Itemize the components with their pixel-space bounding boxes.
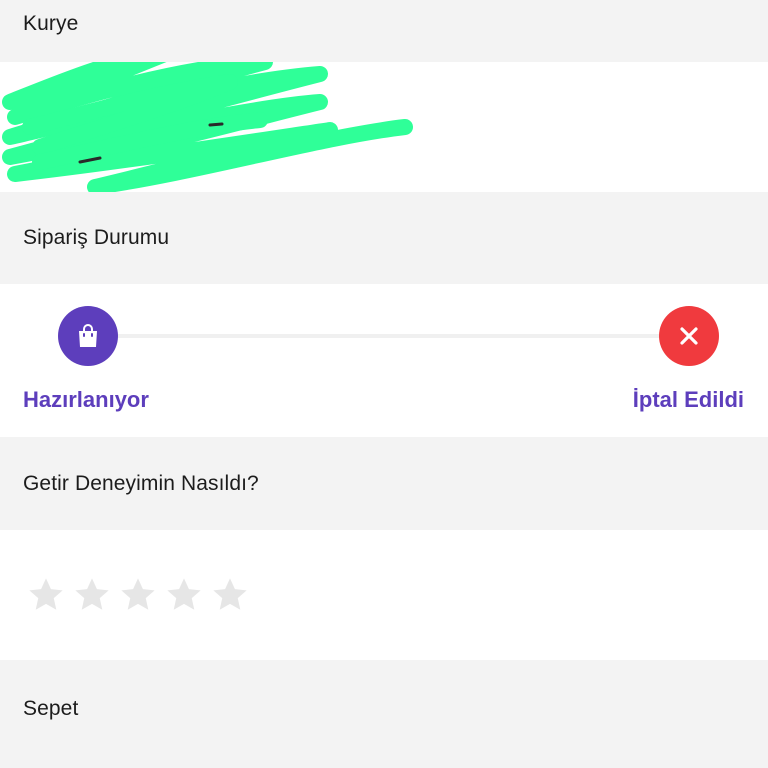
status-step-preparing	[58, 306, 118, 366]
rating-panel	[0, 530, 768, 660]
status-label-preparing: Hazırlanıyor	[23, 387, 149, 412]
star-icon-3[interactable]	[119, 576, 157, 614]
star-icon-4[interactable]	[165, 576, 203, 614]
courier-title: Kurye	[23, 12, 79, 35]
status-progress-track	[88, 334, 688, 338]
star-icon-5[interactable]	[211, 576, 249, 614]
star-icon-1[interactable]	[27, 576, 65, 614]
courier-info	[0, 62, 768, 192]
shopping-bag-icon	[79, 324, 97, 347]
basket-section-header: Sepet	[0, 660, 768, 768]
star-icon-2[interactable]	[73, 576, 111, 614]
rating-section-header: Getir Deneyimin Nasıldı?	[0, 437, 768, 530]
order-status-tracker: Hazırlanıyor İptal Edildi	[0, 284, 768, 437]
basket-title: Sepet	[23, 697, 79, 720]
status-label-cancelled: İptal Edildi	[632, 387, 744, 412]
close-icon	[680, 327, 698, 345]
order-status-section-header: Sipariş Durumu	[0, 192, 768, 284]
redaction-scribble	[2, 62, 413, 192]
order-status-title: Sipariş Durumu	[23, 226, 170, 249]
rating-title: Getir Deneyimin Nasıldı?	[23, 471, 259, 495]
courier-section-header: Kurye	[0, 0, 768, 62]
star-rating	[27, 576, 249, 614]
status-step-cancelled	[659, 306, 719, 366]
